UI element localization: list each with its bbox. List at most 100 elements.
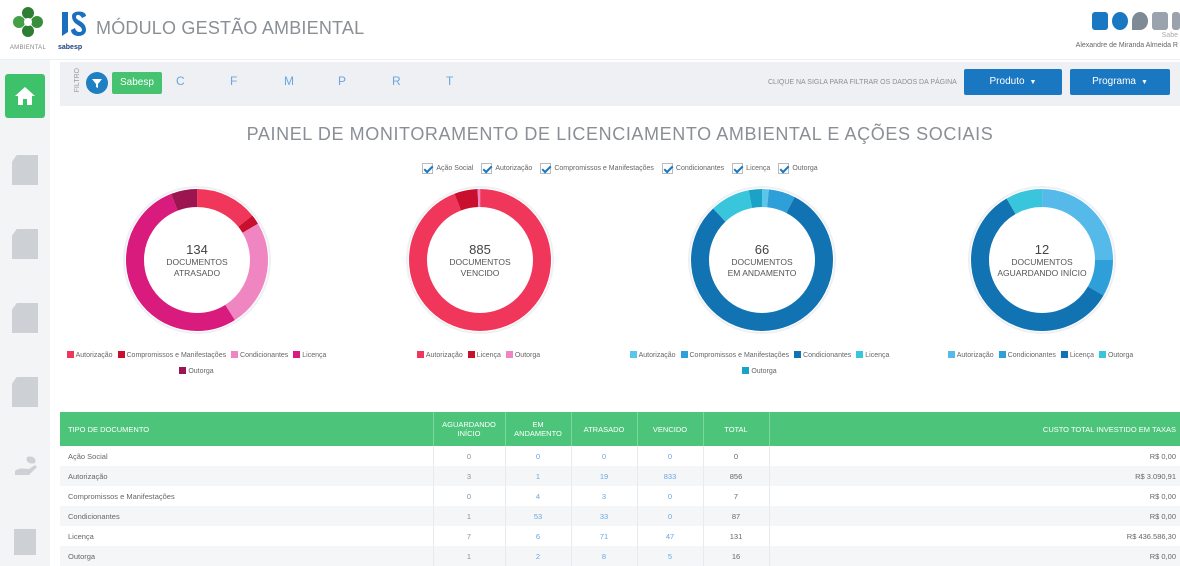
- header-line: ANDAMENTO: [514, 429, 562, 438]
- table-row[interactable]: Outorga 1 2 8 5 16 R$ 0,00: [60, 546, 1180, 566]
- sidebar-item-licenses[interactable]: [5, 296, 45, 340]
- cell-total: 856: [703, 466, 770, 486]
- checkbox-autorizacao[interactable]: Autorização: [481, 163, 532, 174]
- checkbox-acao-social[interactable]: Ação Social: [422, 163, 473, 174]
- checkbox-condicionantes[interactable]: Condicionantes: [661, 163, 725, 174]
- sidebar-item-documents[interactable]: [5, 148, 45, 192]
- cell-custo: R$ 0,00: [769, 506, 1180, 526]
- col-header-aguardando[interactable]: AGUARDANDO INÍCIO: [433, 412, 506, 446]
- filter-letter-p[interactable]: P: [338, 74, 392, 88]
- cell-tipo: Compromissos e Manifestações: [60, 486, 434, 506]
- table-row[interactable]: Ação Social 0 0 0 0 0 R$ 0,00: [60, 446, 1180, 466]
- filter-letter-m[interactable]: M: [284, 74, 338, 88]
- legend-item[interactable]: Outorga: [742, 367, 777, 375]
- col-header-andamento[interactable]: EM ANDAMENTO: [505, 412, 572, 446]
- table-row[interactable]: Licença 7 6 71 47 131 R$ 436.586,30: [60, 526, 1180, 546]
- donut-count: 885: [469, 241, 491, 257]
- app-header: AMBIENTAL sabesp MÓDULO GESTÃO AMBIENTAL…: [0, 0, 1180, 60]
- programa-dropdown[interactable]: Programa ▼: [1070, 69, 1170, 95]
- donut-label-1: DOCUMENTOS: [449, 256, 511, 267]
- currency-icon[interactable]: [1092, 12, 1108, 30]
- legend-item[interactable]: Outorga: [179, 367, 214, 375]
- table-row[interactable]: Compromissos e Manifestações 0 4 3 0 7 R$ 0,00: [60, 486, 1180, 506]
- legend-label: Condicionantes: [803, 352, 852, 359]
- sidebar-item-social[interactable]: [5, 444, 45, 488]
- donut-aguardando-inicio[interactable]: 12 DOCUMENTOS AGUARDANDO INÍCIO: [966, 184, 1118, 336]
- user-company: Sabe: [1161, 32, 1178, 39]
- table-row[interactable]: Autorização 3 1 19 833 856 R$ 3.090,91: [60, 466, 1180, 486]
- checkbox-label: Condicionantes: [675, 165, 725, 172]
- cell-vencido: 0: [637, 486, 704, 506]
- col-header-custo[interactable]: CUSTO TOTAL INVESTIDO EM TAXAS: [769, 412, 1180, 446]
- legend-label: Outorga: [188, 368, 214, 375]
- sidebar-item-list[interactable]: [5, 520, 45, 564]
- donut-label-1: DOCUMENTOS: [166, 256, 228, 267]
- legend-item[interactable]: Autorização: [629, 351, 676, 359]
- sidebar-item-conditions[interactable]: [5, 370, 45, 414]
- donut-vencido[interactable]: 885 DOCUMENTOS VENCIDO: [404, 184, 556, 336]
- checkbox-licenca[interactable]: Licença: [732, 163, 770, 174]
- col-header-tipo[interactable]: TIPO DE DOCUMENTO: [60, 412, 434, 446]
- checkbox-compromissos[interactable]: Compromissos e Manifestações: [540, 163, 654, 174]
- legend-item[interactable]: Autorização: [66, 351, 113, 359]
- sidebar-item-reports[interactable]: [5, 222, 45, 266]
- legend-item[interactable]: Condicionantes: [231, 351, 288, 359]
- legend-swatch: [629, 351, 637, 358]
- cell-andamento: 2: [505, 546, 572, 566]
- legend-item[interactable]: Condicionantes: [794, 351, 852, 359]
- legend-label: Compromissos e Manifestações: [126, 352, 227, 359]
- legend-item[interactable]: Compromissos e Manifestações: [680, 351, 789, 359]
- cell-andamento: 6: [505, 526, 572, 546]
- settings-icon[interactable]: [1172, 12, 1180, 30]
- legend-label: Autorização: [638, 352, 676, 359]
- checkbox-outorga[interactable]: Outorga: [778, 163, 818, 174]
- filter-letter-f[interactable]: F: [230, 74, 284, 88]
- legend-atrasado: Autorização Compromissos e Manifestações…: [60, 348, 336, 380]
- funnel-icon: [92, 79, 102, 88]
- legend-item[interactable]: Outorga: [1098, 351, 1133, 359]
- cell-atrasado: 0: [571, 446, 638, 466]
- table-row[interactable]: Condicionantes 1 53 33 0 87 R$ 0,00: [60, 506, 1180, 526]
- legend-item[interactable]: Outorga: [505, 351, 540, 359]
- donut-atrasado[interactable]: 134 DOCUMENTOS ATRASADO: [121, 184, 273, 336]
- legend-swatch: [416, 351, 424, 358]
- legend-item[interactable]: Licença: [293, 351, 326, 359]
- sidebar-item-home[interactable]: [5, 74, 45, 118]
- brand-label: AMBIENTAL: [9, 45, 47, 51]
- legend-item[interactable]: Licença: [1060, 351, 1094, 359]
- legend-label: Licença: [865, 352, 890, 359]
- checkbox-label: Autorização: [495, 165, 533, 172]
- cell-atrasado: 71: [571, 526, 638, 546]
- cell-vencido: 0: [637, 506, 704, 526]
- legend-item[interactable]: Licença: [467, 351, 501, 359]
- header-icons: [1092, 12, 1180, 30]
- col-header-total[interactable]: TOTAL: [703, 412, 770, 446]
- company-filter-tag[interactable]: Sabesp: [112, 72, 162, 94]
- cell-andamento: 53: [505, 506, 572, 526]
- filter-label: FILTRO: [74, 68, 81, 93]
- donut-em-andamento[interactable]: 66 DOCUMENTOS EM ANDAMENTO: [686, 184, 838, 336]
- produto-dropdown[interactable]: Produto ▼: [964, 69, 1062, 95]
- sabesp-logo[interactable]: sabesp: [58, 8, 88, 51]
- euro-icon[interactable]: [1112, 12, 1128, 30]
- legend-item[interactable]: Condicionantes: [998, 351, 1056, 359]
- map-pin-icon[interactable]: [1132, 12, 1148, 30]
- filter-letter-r[interactable]: R: [392, 74, 446, 88]
- donut-label-1: DOCUMENTOS: [731, 256, 793, 267]
- user-name[interactable]: Alexandre de Miranda Almeida R: [1076, 42, 1178, 49]
- cell-custo: R$ 0,00: [1149, 491, 1176, 501]
- legend-item[interactable]: Licença: [856, 351, 890, 359]
- document-type-checkboxes: Ação Social Autorização Compromissos e M…: [60, 163, 1180, 174]
- home-icon: [15, 87, 35, 105]
- col-header-vencido[interactable]: VENCIDO: [637, 412, 704, 446]
- legend-item[interactable]: Compromissos e Manifestações: [117, 351, 227, 359]
- checkbox-label: Compromissos e Manifestações: [554, 165, 654, 172]
- document-icon[interactable]: [1152, 12, 1168, 30]
- ambiental-logo[interactable]: AMBIENTAL: [6, 6, 50, 56]
- filter-letter-c[interactable]: C: [176, 74, 230, 88]
- col-header-atrasado[interactable]: ATRASADO: [571, 412, 638, 446]
- filter-button[interactable]: [86, 72, 108, 94]
- legend-item[interactable]: Autorização: [947, 351, 994, 359]
- filter-letter-t[interactable]: T: [446, 74, 500, 88]
- legend-item[interactable]: Autorização: [416, 351, 463, 359]
